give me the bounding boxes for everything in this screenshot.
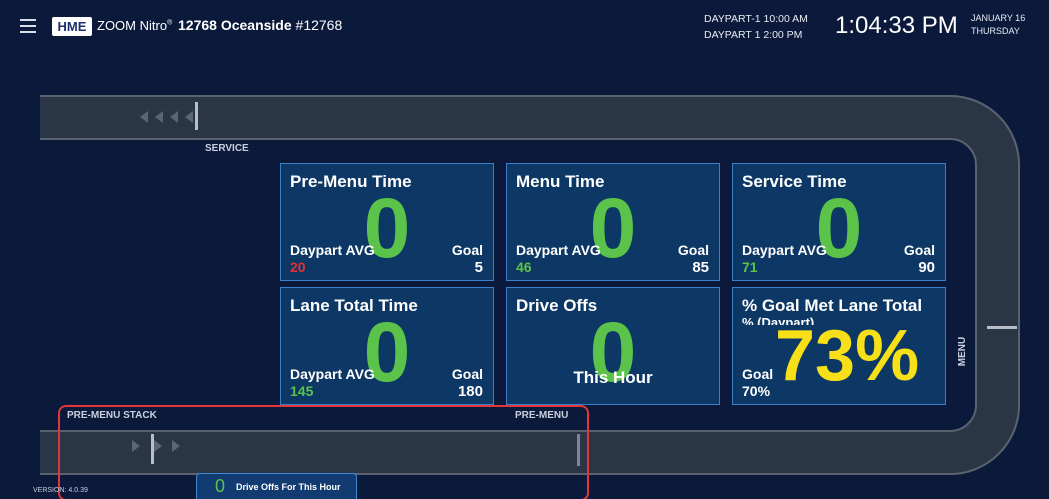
service-label: SERVICE <box>205 143 249 154</box>
tile-service-time[interactable]: Service Time 0 Daypart AVG 71 Goal 90 <box>732 163 946 281</box>
tile-goal-met-lane-total[interactable]: % Goal Met Lane Total % (Daypart) 73% Go… <box>732 287 946 405</box>
tile-menu-time[interactable]: Menu Time 0 Daypart AVG 46 Goal 85 <box>506 163 720 281</box>
menu-label: MENU <box>957 336 969 367</box>
version-label: VERSION: 4.0.39 <box>33 487 88 494</box>
tile-drive-offs[interactable]: Drive Offs 0 This Hour <box>506 287 720 405</box>
tile-premenu-time[interactable]: Pre-Menu Time 0 Daypart AVG 20 Goal 5 <box>280 163 494 281</box>
drive-offs-hour-box[interactable]: 0 Drive Offs For This Hour <box>196 473 357 499</box>
tile-lane-total-time[interactable]: Lane Total Time 0 Daypart AVG 145 Goal 1… <box>280 287 494 405</box>
menu-marker <box>987 326 1017 329</box>
service-marker <box>195 102 198 130</box>
